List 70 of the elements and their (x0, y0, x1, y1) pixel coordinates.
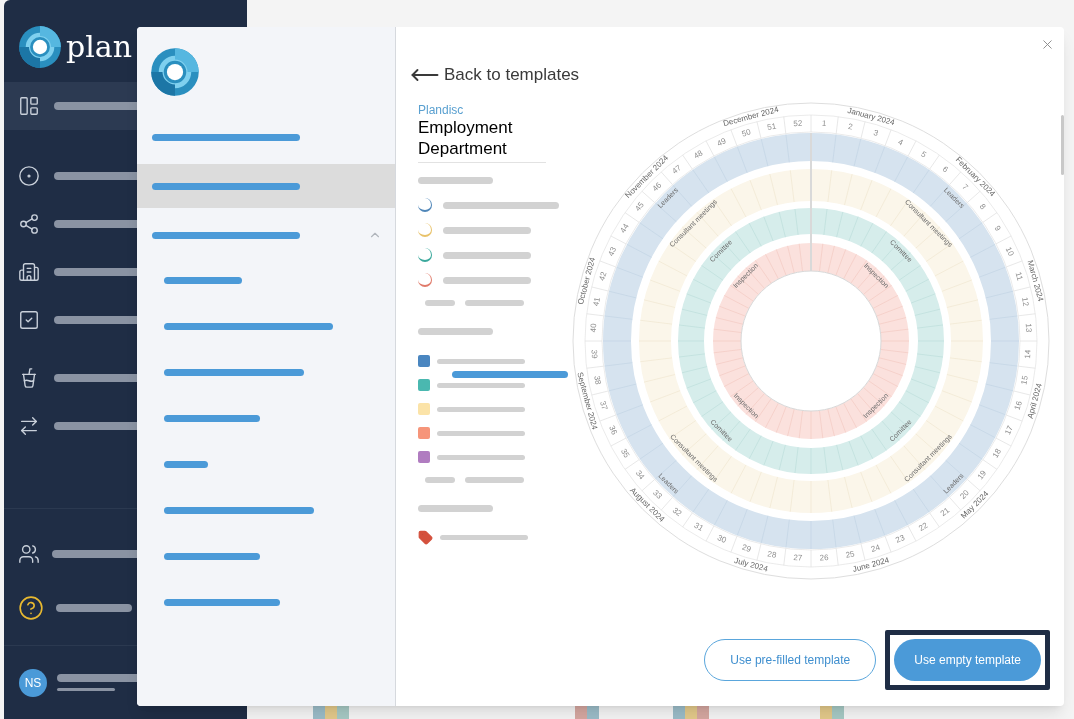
logo-icon (18, 24, 62, 69)
week-number: 13 (1023, 323, 1034, 333)
week-number: 14 (1022, 349, 1033, 359)
week-number: 15 (1019, 374, 1030, 386)
week-number: 3 (872, 128, 880, 138)
week-number: 19 (975, 468, 989, 482)
week-number: 12 (1020, 296, 1031, 307)
building-icon (18, 261, 40, 283)
layout-icon (18, 95, 40, 117)
week-number: 24 (870, 542, 882, 554)
week-number: 28 (766, 549, 778, 560)
week-number: 47 (670, 163, 683, 176)
week-number: 1 (821, 118, 827, 129)
target-icon (18, 165, 40, 187)
logo-icon (150, 47, 200, 97)
month-label: July 2024 (733, 555, 769, 574)
week-number: 42 (597, 270, 609, 282)
help-icon (18, 595, 44, 621)
logo-text: plan (66, 31, 132, 62)
back-link[interactable]: Back to templates (410, 60, 580, 90)
week-number: 8 (977, 202, 988, 212)
template-button[interactable]: Use pre-filled template (704, 639, 877, 681)
week-number: 5 (919, 149, 928, 160)
template-title: Employment Department (418, 117, 546, 163)
placeholder-line (57, 688, 115, 691)
week-number: 29 (740, 542, 752, 554)
share-icon (18, 213, 40, 235)
week-number: 43 (606, 245, 619, 258)
week-number: 49 (715, 136, 728, 149)
week-number: 9 (992, 224, 1003, 233)
week-number: 31 (692, 520, 705, 533)
users-icon (18, 543, 40, 565)
template-button[interactable]: Use empty template (894, 639, 1041, 681)
week-number: 45 (633, 200, 646, 213)
week-number: 21 (938, 505, 952, 519)
week-number: 7 (960, 182, 970, 192)
week-number: 32 (670, 505, 684, 519)
week-number: 51 (766, 121, 777, 132)
week-number: 34 (633, 468, 647, 482)
week-number: 48 (692, 148, 705, 161)
week-number: 40 (588, 323, 599, 333)
week-number: 27 (793, 552, 803, 563)
week-number: 18 (990, 447, 1003, 460)
week-number: 4 (896, 137, 905, 148)
swap-icon (18, 415, 40, 437)
user-avatar[interactable]: NS (19, 668, 47, 697)
week-number: 11 (1013, 270, 1025, 282)
week-number: 41 (591, 296, 602, 307)
week-number: 39 (589, 349, 600, 359)
scrollbar-thumb (1061, 115, 1064, 175)
week-number: 52 (793, 118, 803, 129)
week-number: 25 (844, 549, 856, 560)
checkbox-icon (18, 309, 40, 331)
tag-icon (418, 530, 433, 545)
week-number: 22 (917, 520, 930, 533)
week-number: 16 (1012, 400, 1024, 412)
week-number: 38 (592, 374, 603, 386)
week-number: 35 (619, 447, 632, 460)
week-number: 37 (598, 400, 610, 412)
week-number: 50 (740, 127, 752, 139)
week-number: 23 (894, 533, 906, 545)
week-number: 2 (847, 121, 854, 132)
week-number: 17 (1003, 424, 1015, 436)
week-number: 6 (940, 164, 950, 175)
week-number: 26 (819, 552, 829, 563)
week-number: 44 (618, 222, 631, 235)
week-number: 10 (1003, 245, 1016, 258)
brand-label: Plandisc (418, 103, 465, 117)
week-number: 36 (607, 424, 619, 436)
week-number: 30 (716, 533, 728, 545)
